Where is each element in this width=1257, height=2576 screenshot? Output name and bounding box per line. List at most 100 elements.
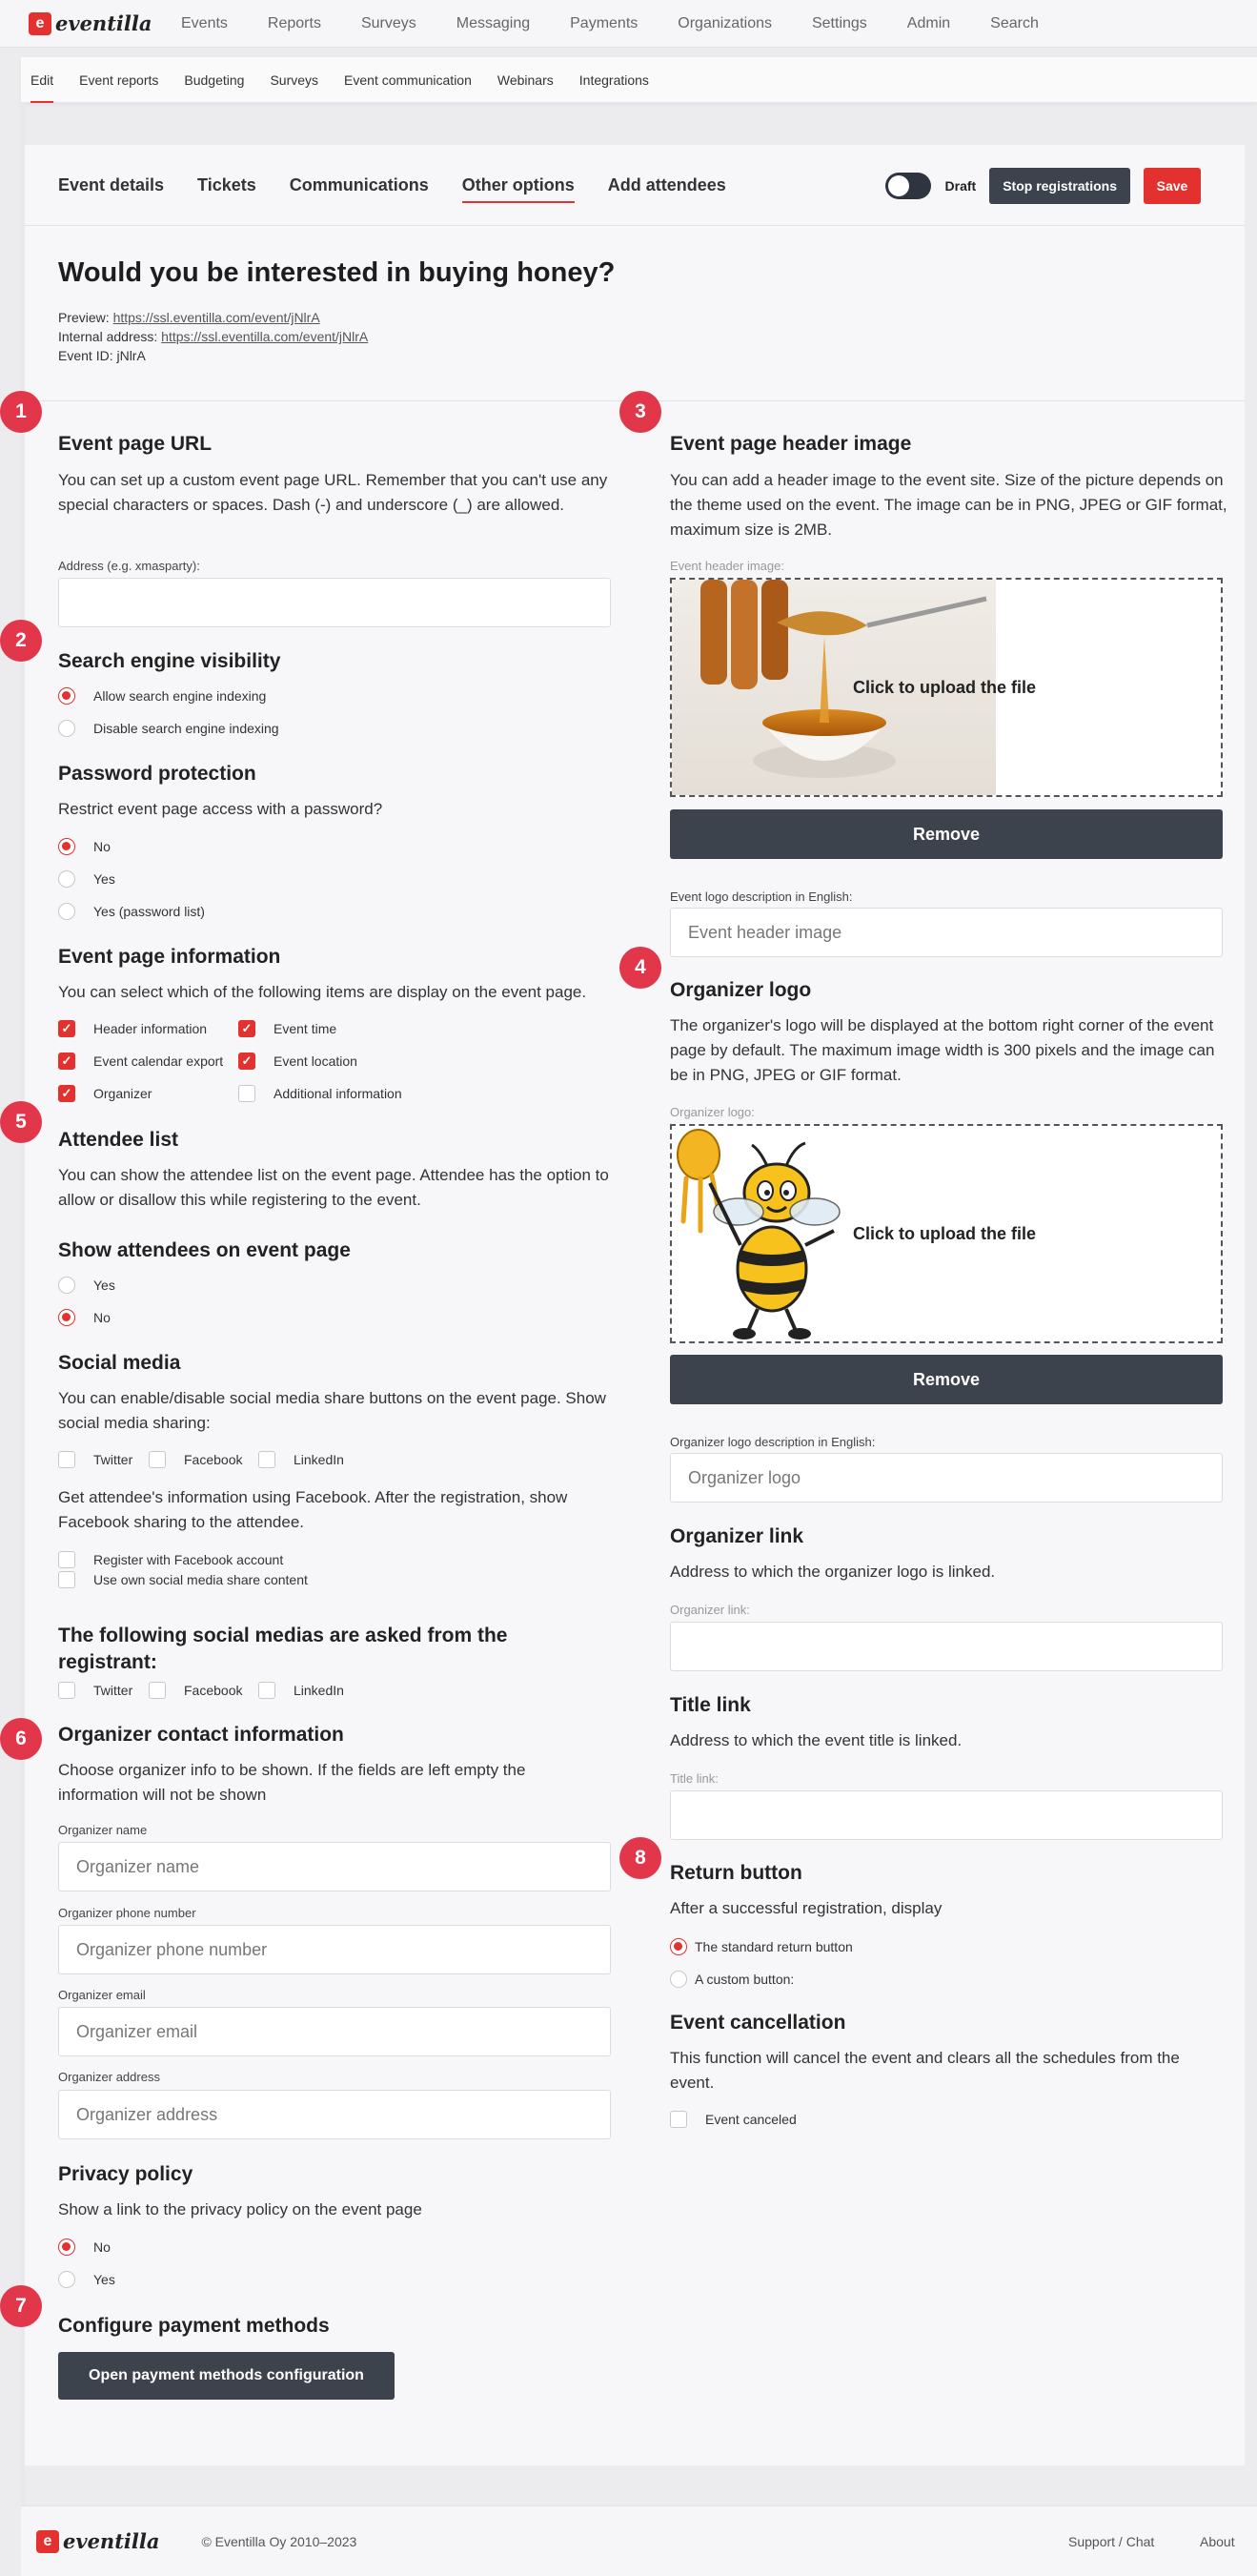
step-badge-6: 6 bbox=[0, 1718, 42, 1760]
tab-tickets[interactable]: Tickets bbox=[197, 170, 256, 201]
event-page-information-title: Event page information bbox=[58, 946, 281, 968]
tab-other-options[interactable]: Other options bbox=[461, 170, 575, 203]
attendee-list-desc: You can show the attendee list on the ev… bbox=[58, 1166, 609, 1209]
subnav-budgeting[interactable]: Budgeting bbox=[184, 57, 244, 103]
organizer-name-input[interactable]: Organizer name bbox=[58, 1842, 611, 1891]
radio-allow-indexing[interactable]: Allow search engine indexing bbox=[58, 687, 266, 705]
radio-standard-return[interactable]: The standard return button bbox=[670, 1938, 853, 1955]
organizer-phone-input[interactable]: Organizer phone number bbox=[58, 1925, 611, 1974]
nav-reports[interactable]: Reports bbox=[268, 15, 321, 32]
remove-organizer-logo-button[interactable]: Remove bbox=[670, 1355, 1223, 1404]
about-link[interactable]: About bbox=[1200, 2534, 1235, 2549]
sub-navigation: Edit Event reports Budgeting Surveys Eve… bbox=[21, 57, 1257, 103]
check-asked-facebook[interactable]: Facebook bbox=[149, 1682, 242, 1699]
radio-privacy-no[interactable]: No bbox=[58, 2239, 111, 2256]
support-chat-link[interactable]: Support / Chat bbox=[1068, 2534, 1154, 2549]
check-share-linkedin[interactable]: LinkedIn bbox=[258, 1451, 344, 1468]
checkbox-icon bbox=[149, 1682, 166, 1699]
organizer-logo-description-input[interactable]: Organizer logo bbox=[670, 1453, 1223, 1503]
asked-social-media-title: The following social medias are asked fr… bbox=[58, 1625, 508, 1673]
nav-messaging[interactable]: Messaging bbox=[456, 15, 530, 32]
radio-show-yes[interactable]: Yes bbox=[58, 1277, 115, 1294]
check-event-location[interactable]: ✓ Event location bbox=[238, 1053, 357, 1070]
check-additional-information[interactable]: Additional information bbox=[238, 1085, 402, 1102]
subnav-webinars[interactable]: Webinars bbox=[497, 57, 554, 103]
nav-organizations[interactable]: Organizations bbox=[678, 15, 772, 32]
nav-admin[interactable]: Admin bbox=[907, 15, 950, 32]
check-event-calendar-export[interactable]: ✓ Event calendar export bbox=[58, 1053, 223, 1070]
stop-registrations-button[interactable]: Stop registrations bbox=[989, 168, 1130, 204]
copyright-text: © Eventilla Oy 2010–2023 bbox=[201, 2533, 357, 2549]
footer-logo[interactable]: e eventilla bbox=[36, 2529, 159, 2553]
nav-payments[interactable]: Payments bbox=[570, 15, 638, 32]
radio-password-yes[interactable]: Yes bbox=[58, 870, 115, 888]
check-share-facebook[interactable]: Facebook bbox=[149, 1451, 242, 1468]
radio-password-no[interactable]: No bbox=[58, 838, 111, 855]
draft-toggle[interactable] bbox=[884, 173, 931, 199]
organizer-logo-preview bbox=[672, 1126, 853, 1341]
logo-upload-text: Click to upload the file bbox=[853, 1224, 1037, 1243]
radio-password-list[interactable]: Yes (password list) bbox=[58, 903, 205, 920]
organizer-contact-desc: Choose organizer info to be shown. If th… bbox=[58, 1761, 526, 1804]
tab-communications[interactable]: Communications bbox=[290, 170, 429, 201]
event-id: Event ID: jNlrA bbox=[58, 348, 146, 363]
internal-link[interactable]: https://ssl.eventilla.com/event/jNlrA bbox=[161, 329, 368, 344]
open-payment-methods-button[interactable]: Open payment methods configuration bbox=[58, 2352, 395, 2400]
organizer-name-label: Organizer name bbox=[58, 1823, 148, 1837]
check-label: Facebook bbox=[184, 1452, 243, 1467]
social-media-desc: You can enable/disable social media shar… bbox=[58, 1389, 606, 1432]
nav-settings[interactable]: Settings bbox=[812, 15, 867, 32]
save-button[interactable]: Save bbox=[1144, 168, 1201, 204]
organizer-logo-label: Organizer logo: bbox=[670, 1105, 755, 1119]
remove-header-image-button[interactable]: Remove bbox=[670, 809, 1223, 859]
nav-search[interactable]: Search bbox=[990, 15, 1039, 32]
check-label: Facebook bbox=[184, 1683, 243, 1698]
address-input[interactable] bbox=[58, 578, 611, 627]
header-description-input[interactable]: Event header image bbox=[670, 908, 1223, 957]
check-label: Twitter bbox=[93, 1683, 133, 1698]
check-organizer[interactable]: ✓ Organizer bbox=[58, 1085, 152, 1102]
organizer-address-input[interactable]: Organizer address bbox=[58, 2090, 611, 2139]
title-link-input[interactable] bbox=[670, 1790, 1223, 1840]
organizer-link-desc: Address to which the organizer logo is l… bbox=[670, 1563, 996, 1581]
preview-link[interactable]: https://ssl.eventilla.com/event/jNlrA bbox=[113, 310, 320, 325]
logo-text: eventilla bbox=[63, 2529, 160, 2553]
address-label: Address (e.g. xmasparty): bbox=[58, 559, 200, 573]
radio-custom-return[interactable]: A custom button: bbox=[670, 1971, 794, 1988]
title-link-desc: Address to which the event title is link… bbox=[670, 1731, 963, 1749]
radio-dot bbox=[58, 903, 75, 920]
radio-dot bbox=[58, 2271, 75, 2288]
check-register-facebook[interactable]: Register with Facebook account bbox=[58, 1551, 283, 1568]
checkbox-icon bbox=[58, 1571, 75, 1588]
radio-dot bbox=[58, 1277, 75, 1294]
nav-surveys[interactable]: Surveys bbox=[361, 15, 416, 32]
radio-show-no[interactable]: No bbox=[58, 1309, 111, 1326]
internal-label: Internal address: bbox=[58, 329, 162, 344]
check-event-time[interactable]: ✓ Event time bbox=[238, 1020, 336, 1037]
organizer-email-input[interactable]: Organizer email bbox=[58, 2007, 611, 2056]
check-asked-twitter[interactable]: Twitter bbox=[58, 1682, 132, 1699]
eventilla-logo[interactable]: e eventilla bbox=[29, 11, 181, 35]
check-asked-linkedin[interactable]: LinkedIn bbox=[258, 1682, 344, 1699]
check-share-twitter[interactable]: Twitter bbox=[58, 1451, 132, 1468]
check-header-information[interactable]: ✓ Header information bbox=[58, 1020, 207, 1037]
subnav-edit[interactable]: Edit bbox=[30, 57, 54, 103]
header-image-dropzone[interactable]: Click to upload the file bbox=[670, 578, 1223, 797]
tab-add-attendees[interactable]: Add attendees bbox=[608, 170, 726, 201]
check-event-canceled[interactable]: Event canceled bbox=[670, 2111, 797, 2128]
subnav-surveys[interactable]: Surveys bbox=[270, 57, 318, 103]
organizer-logo-dropzone[interactable]: Click to upload the file bbox=[670, 1124, 1223, 1343]
draft-label: Draft bbox=[944, 178, 977, 194]
radio-privacy-yes[interactable]: Yes bbox=[58, 2271, 115, 2288]
radio-dot bbox=[58, 1309, 75, 1326]
logo-text: eventilla bbox=[55, 11, 152, 35]
subnav-event-communication[interactable]: Event communication bbox=[344, 57, 472, 103]
radio-disable-indexing[interactable]: Disable search engine indexing bbox=[58, 720, 279, 737]
organizer-link-input[interactable] bbox=[670, 1622, 1223, 1671]
subnav-event-reports[interactable]: Event reports bbox=[79, 57, 158, 103]
nav-events[interactable]: Events bbox=[181, 15, 228, 32]
subnav-integrations[interactable]: Integrations bbox=[579, 57, 649, 103]
check-own-share-content[interactable]: Use own social media share content bbox=[58, 1571, 308, 1588]
tab-event-details[interactable]: Event details bbox=[58, 170, 164, 201]
event-page-url-desc: You can set up a custom event page URL. … bbox=[58, 471, 608, 514]
